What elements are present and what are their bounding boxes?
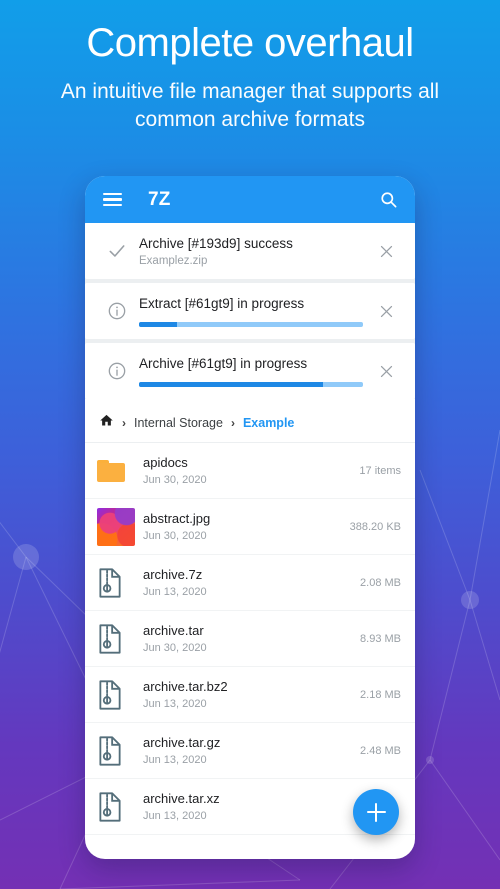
file-name: archive.7z: [143, 567, 203, 583]
list-item[interactable]: apidocs Jun 30, 2020 17 items: [85, 443, 415, 499]
close-icon[interactable]: [369, 363, 403, 380]
breadcrumb-item-example[interactable]: Example: [243, 416, 294, 430]
breadcrumb-item-internal-storage[interactable]: Internal Storage: [134, 416, 223, 430]
file-name: apidocs: [143, 455, 188, 471]
file-size: 2.08 MB: [360, 576, 401, 589]
plus-icon: [366, 802, 386, 822]
folder-icon: [97, 459, 143, 482]
breadcrumb: › Internal Storage › Example: [85, 403, 415, 443]
file-size: 2.48 MB: [360, 744, 401, 757]
list-item[interactable]: archive.tar.bz2 Jun 13, 2020 2.18 MB: [85, 667, 415, 723]
list-item[interactable]: abstract.jpg Jun 30, 2020 388.20 KB: [85, 499, 415, 555]
archive-icon: [97, 791, 143, 822]
app-bar: 7Z: [85, 176, 415, 223]
notification-title: Extract [#61gt9] in progress: [139, 296, 305, 312]
progress-bar: [139, 381, 363, 387]
list-item[interactable]: archive.7z Jun 13, 2020 2.08 MB: [85, 555, 415, 611]
file-list: apidocs Jun 30, 2020 17 items abstract.j…: [85, 443, 415, 835]
page-subtitle: An intuitive file manager that supports …: [60, 80, 440, 131]
archive-icon: [97, 567, 143, 598]
file-size: 8.93 MB: [360, 632, 401, 645]
progress-fill: [139, 321, 178, 327]
breadcrumb-separator: ›: [122, 415, 126, 430]
page-title: Complete overhaul: [86, 21, 414, 65]
search-icon[interactable]: [375, 187, 401, 213]
close-icon[interactable]: [369, 243, 403, 260]
list-item[interactable]: archive.tar Jun 30, 2020 8.93 MB: [85, 611, 415, 667]
file-date: Jun 13, 2020: [143, 697, 207, 710]
image-thumbnail-icon: [97, 507, 143, 546]
file-name: archive.tar: [143, 623, 204, 639]
app-title: 7Z: [148, 188, 171, 210]
notification-title: Archive [#193d9] success: [139, 236, 293, 252]
notification-item[interactable]: Archive [#193d9] success Examplez.zip: [85, 223, 415, 279]
app-screenshot-card: 7Z Archive [#193d9] success Examplez.zip: [85, 176, 415, 859]
file-date: Jun 30, 2020: [143, 641, 207, 654]
archive-icon: [97, 623, 143, 654]
progress-fill: [139, 381, 323, 387]
notification-subtitle: Examplez.zip: [139, 254, 208, 267]
file-name: archive.tar.bz2: [143, 679, 228, 695]
list-item[interactable]: archive.tar.gz Jun 13, 2020 2.48 MB: [85, 723, 415, 779]
file-date: Jun 30, 2020: [143, 529, 207, 542]
file-date: Jun 13, 2020: [143, 753, 207, 766]
file-size: 17 items: [359, 464, 401, 477]
file-date: Jun 13, 2020: [143, 585, 207, 598]
close-icon[interactable]: [369, 303, 403, 320]
archive-icon: [97, 679, 143, 710]
home-icon[interactable]: [99, 413, 114, 433]
hamburger-menu-icon[interactable]: [99, 187, 125, 213]
info-icon: [95, 301, 139, 321]
file-size: 388.20 KB: [349, 520, 401, 533]
info-icon: [95, 361, 139, 381]
file-size: 2.18 MB: [360, 688, 401, 701]
notification-title: Archive [#61gt9] in progress: [139, 356, 308, 372]
progress-bar: [139, 321, 363, 327]
notification-item[interactable]: Extract [#61gt9] in progress: [85, 283, 415, 339]
file-date: Jun 30, 2020: [143, 473, 207, 486]
archive-icon: [97, 735, 143, 766]
file-name: abstract.jpg: [143, 511, 211, 527]
notification-list: Archive [#193d9] success Examplez.zip Ex…: [85, 223, 415, 399]
check-icon: [95, 241, 139, 261]
hero-section: Complete overhaul An intuitive file mana…: [0, 0, 500, 133]
breadcrumb-separator: ›: [230, 415, 235, 430]
file-name: archive.tar.gz: [143, 735, 221, 751]
notification-item[interactable]: Archive [#61gt9] in progress: [85, 343, 415, 399]
add-button-fab[interactable]: [353, 789, 399, 835]
